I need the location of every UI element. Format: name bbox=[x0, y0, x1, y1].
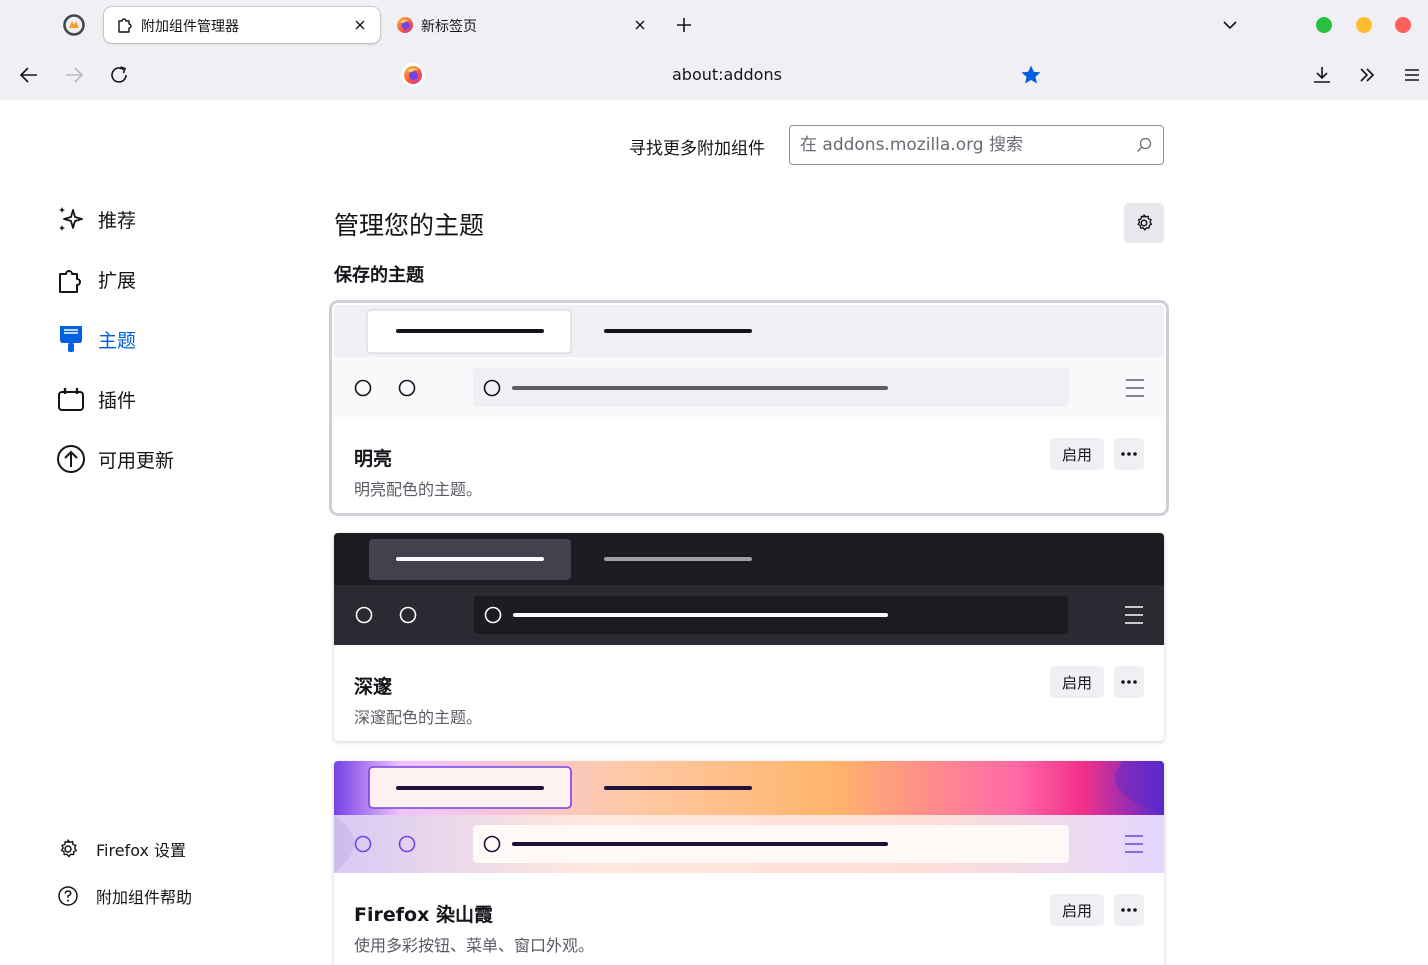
more-dots-icon bbox=[1121, 908, 1137, 912]
overflow-chevrons-icon[interactable] bbox=[1355, 63, 1379, 87]
theme-card-dark[interactable]: 深邃 深邃配色的主题。 启用 bbox=[334, 533, 1164, 741]
page-options-button[interactable] bbox=[1124, 203, 1164, 243]
category-label: 主题 bbox=[98, 329, 137, 352]
category-recommended[interactable]: 推荐 bbox=[56, 203, 136, 235]
window-close-button[interactable] bbox=[1395, 17, 1411, 33]
help-circle-icon bbox=[58, 886, 78, 906]
category-label: 插件 bbox=[98, 389, 137, 412]
gear-icon bbox=[60, 839, 77, 858]
back-arrow-icon[interactable] bbox=[17, 63, 41, 87]
theme-preview-dark bbox=[334, 533, 1164, 645]
theme-name: 明亮 bbox=[354, 448, 393, 470]
theme-card-light[interactable]: 明亮 明亮配色的主题。 启用 bbox=[334, 305, 1164, 511]
firefox-logo-icon[interactable] bbox=[400, 62, 426, 88]
search-input[interactable] bbox=[800, 132, 1120, 158]
more-dots-icon bbox=[1121, 680, 1137, 684]
window-minimize-button[interactable] bbox=[1356, 17, 1372, 33]
plus-icon[interactable] bbox=[672, 13, 696, 37]
theme-more-options-button[interactable] bbox=[1114, 894, 1144, 926]
firefox-logo-icon bbox=[397, 17, 413, 33]
arrow-up-circle-icon bbox=[57, 445, 85, 473]
footer-link-label: Firefox 设置 bbox=[96, 841, 187, 860]
amo-search-box[interactable] bbox=[789, 125, 1164, 165]
close-icon[interactable] bbox=[350, 15, 370, 35]
download-icon[interactable] bbox=[1310, 63, 1334, 87]
tab-title: 新标签页 bbox=[421, 19, 477, 35]
category-plugins[interactable]: 插件 bbox=[56, 383, 136, 415]
brush-icon bbox=[60, 326, 82, 352]
hamburger-menu-icon[interactable] bbox=[1400, 63, 1424, 87]
forward-arrow-icon[interactable] bbox=[62, 63, 86, 87]
enable-theme-button[interactable]: 启用 bbox=[1050, 438, 1104, 470]
tab-addons-manager[interactable]: 附加组件管理器 bbox=[104, 7, 380, 43]
url-text[interactable]: about:addons bbox=[672, 65, 782, 84]
puzzle-icon bbox=[118, 18, 132, 33]
footer-link-label: 附加组件帮助 bbox=[96, 888, 193, 907]
close-icon[interactable] bbox=[630, 15, 650, 35]
page-title: 管理您的主题 bbox=[334, 211, 485, 240]
theme-preview-light bbox=[334, 305, 1164, 417]
theme-name: 深邃 bbox=[354, 676, 393, 698]
chevron-down-icon[interactable] bbox=[1218, 13, 1242, 37]
tab-bar: 附加组件管理器 新标签页 bbox=[0, 0, 1428, 50]
gear-icon bbox=[1137, 214, 1153, 231]
category-label: 推荐 bbox=[98, 209, 137, 232]
category-label: 可用更新 bbox=[98, 449, 175, 472]
window-maximize-button[interactable] bbox=[1316, 17, 1332, 33]
theme-preview-alpenglow bbox=[334, 761, 1164, 873]
category-themes[interactable]: 主题 bbox=[56, 323, 136, 355]
reload-icon[interactable] bbox=[107, 63, 131, 87]
plugin-icon bbox=[58, 388, 84, 411]
category-extensions[interactable]: 扩展 bbox=[56, 263, 136, 295]
puzzle-icon bbox=[59, 270, 81, 293]
find-more-label: 寻找更多附加组件 bbox=[629, 139, 765, 159]
overwatch-logo-icon[interactable] bbox=[62, 13, 86, 37]
saved-themes-heading: 保存的主题 bbox=[334, 265, 424, 286]
category-available-updates[interactable]: 可用更新 bbox=[56, 443, 174, 475]
addons-help-link[interactable]: 附加组件帮助 bbox=[57, 884, 192, 908]
tab-title: 附加组件管理器 bbox=[141, 19, 239, 35]
enable-theme-button[interactable]: 启用 bbox=[1050, 666, 1104, 698]
search-icon bbox=[1137, 137, 1152, 152]
theme-description: 明亮配色的主题。 bbox=[354, 480, 483, 499]
theme-card-alpenglow[interactable]: Firefox 染山霞 使用多彩按钮、菜单、窗口外观。 启用 bbox=[334, 761, 1164, 965]
sparkle-icon bbox=[59, 207, 83, 231]
theme-more-options-button[interactable] bbox=[1114, 666, 1144, 698]
more-dots-icon bbox=[1121, 452, 1137, 456]
theme-description: 使用多彩按钮、菜单、窗口外观。 bbox=[354, 936, 595, 955]
tab-new-tab[interactable]: 新标签页 bbox=[384, 7, 660, 43]
theme-description: 深邃配色的主题。 bbox=[354, 708, 483, 727]
enable-theme-button[interactable]: 启用 bbox=[1050, 894, 1104, 926]
category-label: 扩展 bbox=[98, 269, 137, 292]
theme-more-options-button[interactable] bbox=[1114, 438, 1144, 470]
firefox-settings-link[interactable]: Firefox 设置 bbox=[57, 837, 186, 861]
theme-name: Firefox 染山霞 bbox=[354, 904, 493, 926]
bookmark-star-icon[interactable] bbox=[1019, 63, 1043, 87]
